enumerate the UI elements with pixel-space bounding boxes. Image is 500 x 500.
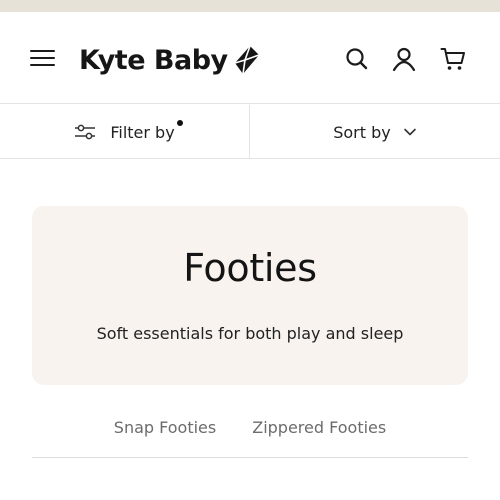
- page-title: Footies: [183, 246, 317, 290]
- subnav-link-snap-footies[interactable]: Snap Footies: [114, 408, 216, 457]
- cart-icon[interactable]: [440, 46, 466, 72]
- chevron-down-icon: [403, 128, 416, 136]
- brand-name: Kyte Baby: [79, 44, 228, 76]
- filter-sort-bar: Filter by Sort by: [0, 105, 500, 159]
- brand-logo[interactable]: Kyte Baby: [79, 40, 260, 80]
- kite-logo-icon: [234, 45, 259, 75]
- search-icon[interactable]: [344, 46, 370, 72]
- hamburger-menu-icon[interactable]: [30, 46, 56, 68]
- filter-active-dot: [176, 119, 183, 126]
- sliders-icon: [75, 124, 96, 140]
- sort-label: Sort by: [333, 122, 391, 142]
- filter-button[interactable]: Filter by: [0, 105, 250, 159]
- announcement-strip: [0, 0, 500, 12]
- subnav-link-zippered-footies[interactable]: Zippered Footies: [252, 408, 386, 457]
- user-icon[interactable]: [391, 46, 417, 72]
- site-header: Kyte Baby: [0, 12, 500, 104]
- sort-button[interactable]: Sort by: [250, 105, 500, 159]
- page-subtitle: Soft essentials for both play and sleep: [96, 324, 404, 343]
- filter-label: Filter by: [110, 119, 183, 142]
- subcategory-nav: Snap Footies Zippered Footies: [32, 408, 468, 458]
- collection-hero: Footies Soft essentials for both play an…: [32, 206, 468, 385]
